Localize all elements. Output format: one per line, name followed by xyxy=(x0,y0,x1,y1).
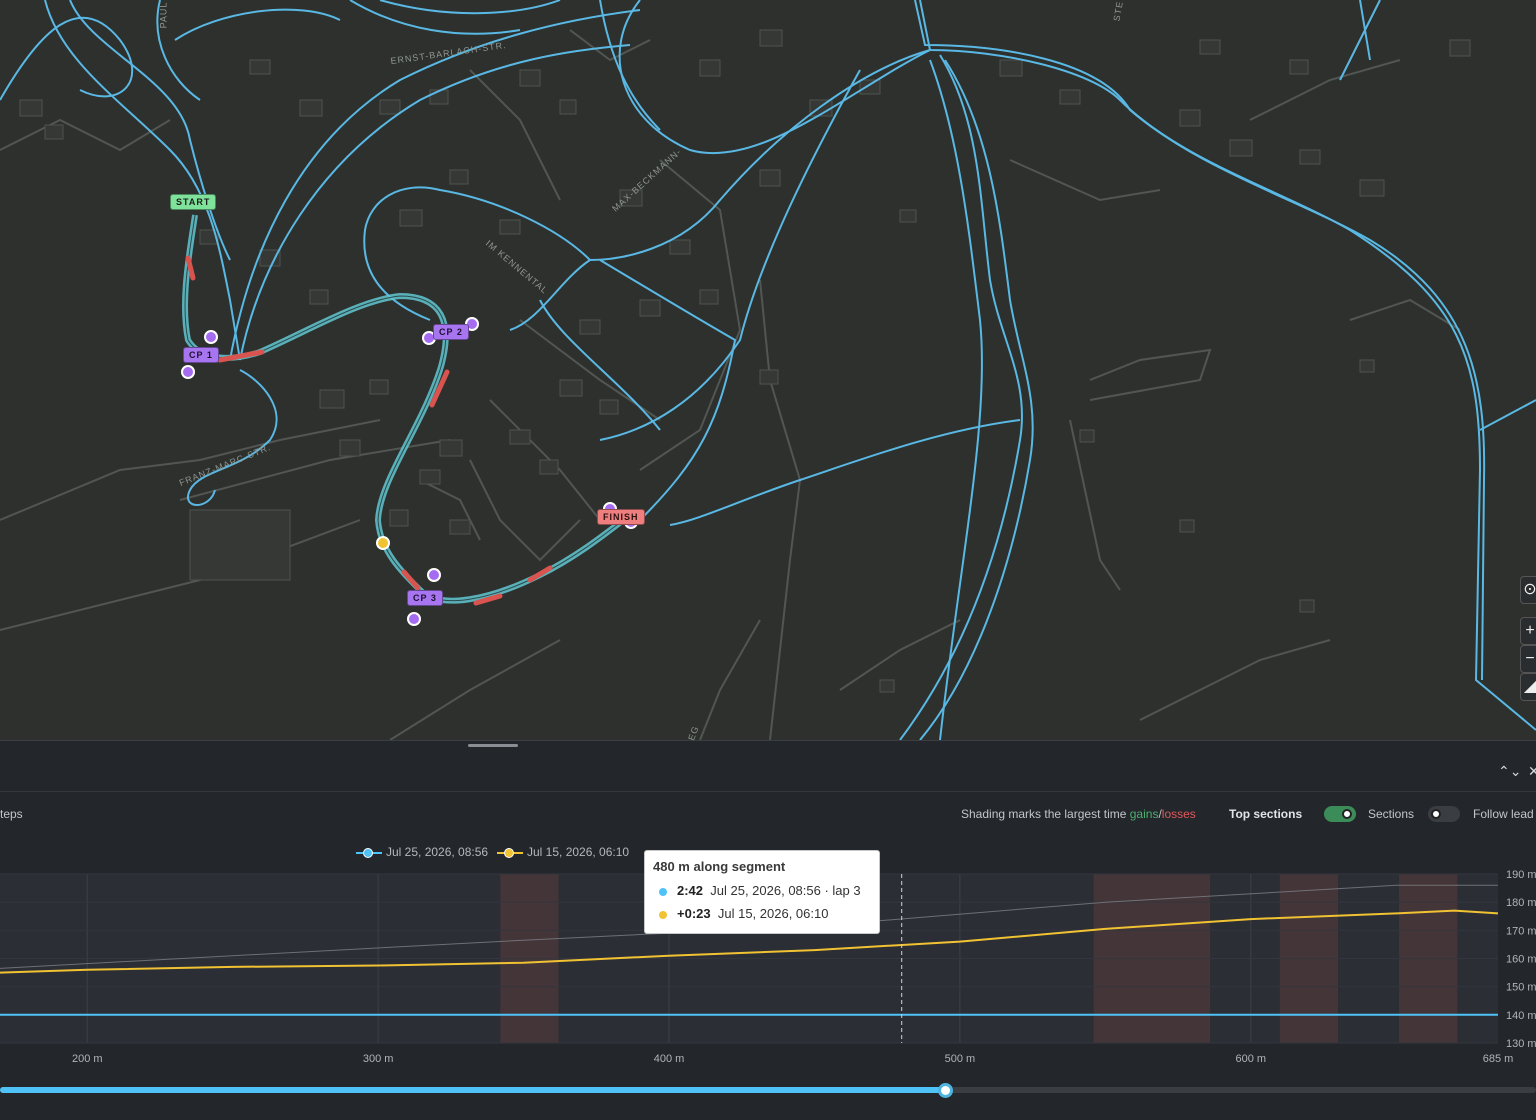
playback-slider-track[interactable] xyxy=(0,1087,1536,1093)
y-tick-label: 180 m xyxy=(1506,897,1536,909)
x-tick-label: 300 m xyxy=(363,1053,394,1065)
playback-slider-fill xyxy=(0,1087,945,1093)
x-tick-label: 600 m xyxy=(1235,1053,1266,1065)
checkpoint-1-marker[interactable]: CP 1 xyxy=(183,347,219,363)
compass-icon: ◢ xyxy=(1523,678,1536,695)
checkpoint-dot[interactable] xyxy=(181,365,195,379)
x-tick-label: 400 m xyxy=(654,1053,685,1065)
plus-icon: + xyxy=(1525,622,1535,639)
tooltip-title: 480 m along segment xyxy=(653,859,786,874)
chart-tooltip: 480 m along segment 2:42 Jul 25, 2026, 0… xyxy=(644,850,880,934)
street-network xyxy=(0,29,1461,740)
x-tick-label: 500 m xyxy=(945,1053,976,1065)
tooltip-value: 2:42 xyxy=(677,883,704,898)
y-tick-label: 160 m xyxy=(1506,954,1536,966)
x-tick-label: 685 m xyxy=(1483,1053,1514,1065)
tooltip-dot-yellow xyxy=(659,911,667,919)
y-tick-label: 150 m xyxy=(1506,982,1536,994)
finish-marker[interactable]: FINISH xyxy=(597,509,645,525)
y-tick-label: 170 m xyxy=(1506,925,1536,937)
map-view[interactable]: PAUL ERNST-BARLACH-STR. MAX-BECKMANN- IM… xyxy=(0,0,1536,740)
compass-button[interactable]: ◢ xyxy=(1520,673,1536,701)
zoom-in-button[interactable]: + xyxy=(1520,617,1536,645)
playback-slider-thumb[interactable] xyxy=(937,1083,953,1098)
locate-button[interactable]: ⊙ xyxy=(1520,576,1536,604)
zoom-out-button[interactable]: − xyxy=(1520,645,1536,673)
tooltip-detail: Jul 15, 2026, 06:10 xyxy=(717,906,829,921)
tooltip-row: 2:42 Jul 25, 2026, 08:56 · lap 3 xyxy=(653,883,871,898)
tooltip-row: +0:23 Jul 15, 2026, 06:10 xyxy=(653,906,871,921)
map-canvas[interactable] xyxy=(0,0,1536,740)
checkpoint-3-marker[interactable]: CP 3 xyxy=(407,590,443,606)
tooltip-dot-blue xyxy=(659,888,667,896)
tooltip-value: +0:23 xyxy=(677,906,711,921)
start-marker[interactable]: START xyxy=(170,194,217,210)
minus-icon: − xyxy=(1525,650,1535,667)
eye-icon: ⊙ xyxy=(1523,581,1536,598)
checkpoint-2-marker[interactable]: CP 2 xyxy=(433,324,469,340)
building-footprints xyxy=(19,29,1471,693)
checkpoint-dot[interactable] xyxy=(204,330,218,344)
x-tick-label: 200 m xyxy=(72,1053,103,1065)
tooltip-detail: Jul 25, 2026, 08:56 · lap 3 xyxy=(710,883,861,898)
checkpoint-dot[interactable] xyxy=(427,568,441,582)
comparison-panel: ⌃⌄ ✕ teps Shading marks the largest time… xyxy=(0,740,1536,1120)
y-tick-label: 140 m xyxy=(1506,1010,1536,1022)
current-position-marker[interactable] xyxy=(376,536,390,550)
y-tick-label: 190 m xyxy=(1506,869,1536,881)
checkpoint-dot[interactable] xyxy=(407,612,421,626)
street-label-paul: PAUL xyxy=(158,1,169,29)
y-tick-label: 130 m xyxy=(1506,1038,1536,1050)
